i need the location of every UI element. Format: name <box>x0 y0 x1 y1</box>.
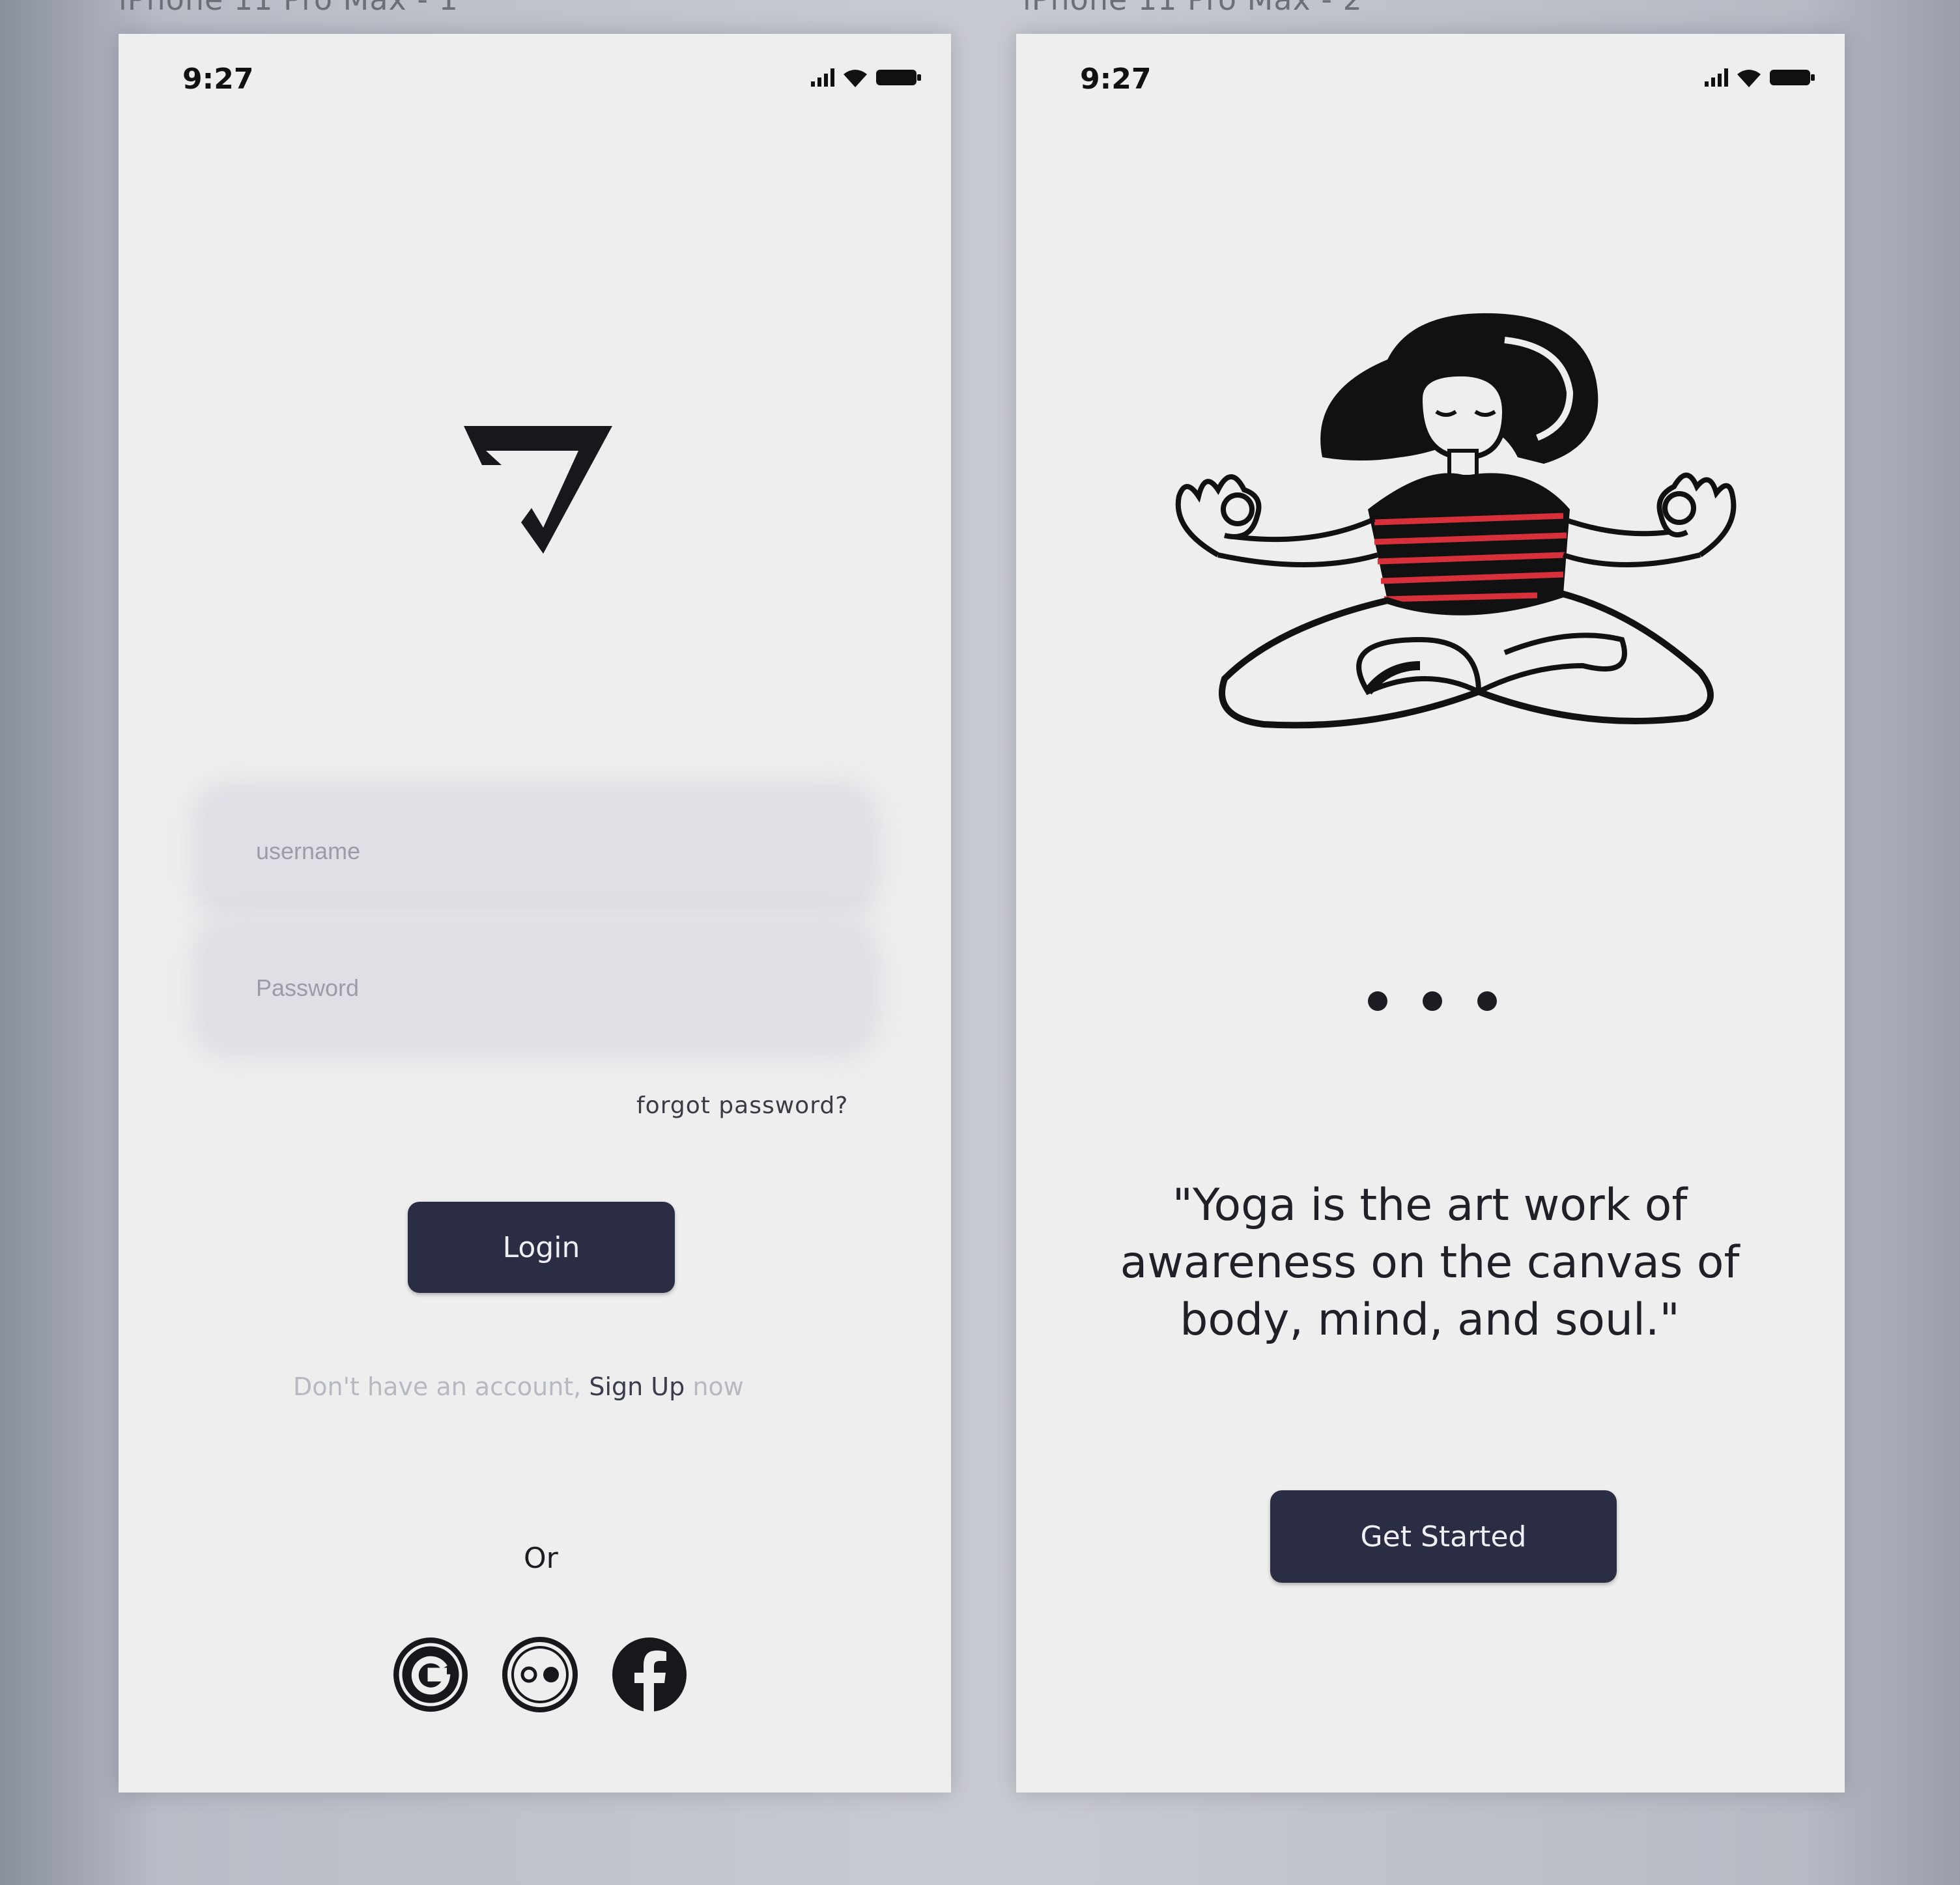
wifi-icon <box>844 70 867 87</box>
status-icons <box>811 68 922 87</box>
facebook-icon[interactable] <box>611 1636 688 1713</box>
signup-prefix-text: Don't have an account, <box>293 1372 589 1401</box>
carousel-dot[interactable] <box>1368 991 1387 1011</box>
signal-icon <box>811 68 834 87</box>
carousel-dots <box>1368 991 1497 1011</box>
battery-icon <box>1770 70 1815 85</box>
frame-title-1: iPhone 11 Pro Max - 1 <box>119 0 459 17</box>
login-screen: 9:27 forgot password? Login Don't have a… <box>119 34 951 1793</box>
frame-title-2: iPhone 11 Pro Max - 2 <box>1023 0 1363 17</box>
signup-prompt: Don't have an account, Sign Up now <box>293 1372 744 1401</box>
welcome-screen: 9:27 "Yoga is the art work of awareness … <box>1016 34 1845 1793</box>
username-field[interactable] <box>206 796 864 907</box>
flickr-icon[interactable] <box>502 1636 578 1713</box>
password-input[interactable] <box>206 933 864 1043</box>
google-icon[interactable] <box>392 1636 469 1713</box>
or-divider-label: Or <box>524 1542 558 1575</box>
battery-icon <box>876 70 921 85</box>
forgot-password-link[interactable]: forgot password? <box>636 1092 848 1119</box>
signal-icon <box>1705 68 1728 87</box>
status-time: 9:27 <box>1080 63 1152 96</box>
signup-suffix-text: now <box>685 1372 744 1401</box>
wifi-icon <box>1737 70 1761 87</box>
app-logo-icon <box>464 426 612 554</box>
status-time: 9:27 <box>182 63 254 96</box>
yoga-quote: "Yoga is the art work of awareness on th… <box>1120 1180 1740 1346</box>
sign-up-link[interactable]: Sign Up <box>589 1372 685 1401</box>
get-started-button[interactable]: Get Started <box>1270 1490 1617 1583</box>
username-input[interactable] <box>206 796 864 907</box>
status-icons <box>1705 68 1815 87</box>
carousel-dot[interactable] <box>1423 991 1442 1011</box>
carousel-dot[interactable] <box>1477 991 1497 1011</box>
login-button[interactable]: Login <box>408 1202 675 1293</box>
meditating-person-illustration <box>1175 313 1737 729</box>
password-field[interactable] <box>206 933 864 1043</box>
